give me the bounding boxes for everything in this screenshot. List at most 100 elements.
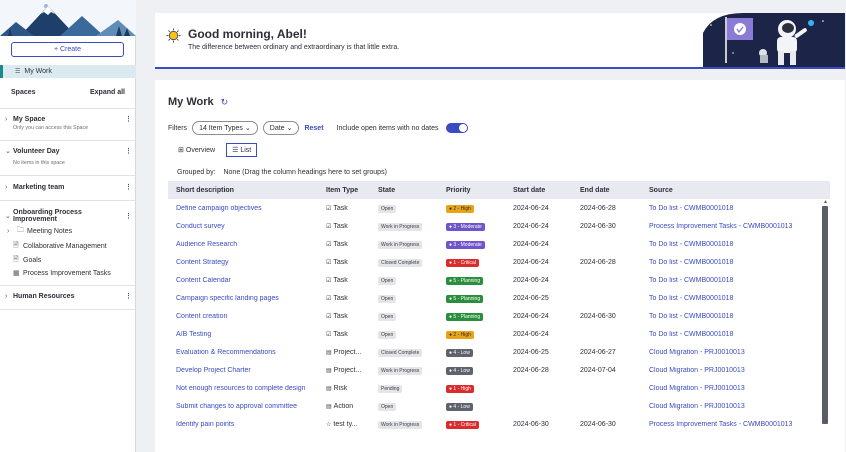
sun-icon — [166, 28, 181, 43]
form-icon: ▤ — [326, 385, 332, 392]
short-description-link[interactable]: Audience Research — [168, 241, 326, 248]
create-button[interactable]: + Create — [11, 42, 124, 57]
state-badge: Open — [378, 402, 397, 411]
priority-cell: ● 4 - Low — [446, 348, 513, 357]
table-row[interactable]: Content Strategy ☑ Task Closed Complete ● 1 … — [168, 253, 830, 271]
source-link[interactable]: To Do list - CWMB0001018 — [649, 205, 830, 212]
date-dropdown[interactable]: Date ⌄ — [262, 121, 300, 135]
priority-badge: ● 5 - Planning — [446, 294, 484, 303]
short-description-link[interactable]: Identify pain points — [168, 421, 326, 428]
table-row[interactable]: Identify pain points ☆ test ty... Work in P… — [168, 415, 830, 433]
document-icon: 🗎 — [13, 256, 19, 263]
short-description-link[interactable]: Campaign specific landing pages — [168, 295, 326, 302]
item-type-text: Task — [333, 312, 348, 320]
item-type-text: Project... — [333, 366, 362, 374]
table-row[interactable]: Content Calendar ☑ Task Open ● 5 - Planning 2… — [168, 271, 830, 289]
source-link[interactable]: To Do list - CWMB0001018 — [649, 259, 830, 266]
item-type-text: Task — [333, 240, 348, 248]
column-header-source[interactable]: Source — [649, 187, 830, 194]
start-date-cell: 2024-06-30 — [513, 420, 549, 428]
sidebar-item-my-work[interactable]: ☰ My Work — [0, 65, 136, 78]
priority-cell: ● 5 - Planning — [446, 276, 513, 285]
tree-item-meeting-notes[interactable]: › 🗀 Meeting Notes — [7, 226, 72, 237]
short-description-link[interactable]: Content Strategy — [168, 259, 326, 266]
source-link[interactable]: To Do list - CWMB0001018 — [649, 295, 830, 302]
table-row[interactable]: Submit changes to approval committee ▤ Act… — [168, 397, 830, 415]
short-description-link[interactable]: Develop Project Charter — [168, 367, 326, 374]
more-options-icon[interactable]: ⋮ — [125, 183, 132, 191]
start-date-cell: 2024-06-24 — [513, 222, 549, 230]
source-link[interactable]: Cloud Migration - PRJ0010013 — [649, 385, 830, 392]
table-row[interactable]: Define campaign objectives ☑ Task Open ● 2 -… — [168, 199, 830, 217]
short-description-link[interactable]: Submit changes to approval committee — [168, 403, 326, 410]
refresh-icon[interactable]: ↻ — [221, 97, 229, 108]
scroll-up-arrow[interactable]: ▲ — [823, 199, 828, 205]
column-header-item-type[interactable]: Item Type — [326, 187, 378, 194]
column-header-start-date[interactable]: Start date — [513, 187, 580, 194]
short-description-link[interactable]: Content creation — [168, 313, 326, 320]
space-my-space[interactable]: › My Space ⋮ Only you can access this Spac… — [5, 115, 132, 132]
chevron-right-icon: › — [5, 292, 8, 300]
table-row[interactable]: Develop Project Charter ▤ Project... Work i… — [168, 361, 830, 379]
priority-text: 5 - Planning — [453, 313, 481, 320]
grouped-by-label: Grouped by: — [177, 169, 216, 176]
table-row[interactable]: Not enough resources to complete design ▤… — [168, 379, 830, 397]
source-link[interactable]: Cloud Migration - PRJ0010013 — [649, 349, 830, 356]
tree-item-collaborative-management[interactable]: 🗎 Collaborative Management — [13, 241, 107, 252]
space-onboarding[interactable]: ⌄ Onboarding Process Improvement ⋮ — [5, 209, 132, 223]
vertical-scrollbar[interactable] — [822, 206, 828, 424]
table-row[interactable]: A/B Testing ☑ Task Open ● 2 - High 2024-06-24… — [168, 325, 830, 343]
source-link[interactable]: Process Improvement Tasks - CWMB0001013 — [649, 421, 830, 428]
short-description-link[interactable]: Conduct survey — [168, 223, 326, 230]
item-type-text: Task — [333, 276, 348, 284]
more-options-icon[interactable]: ⋮ — [125, 212, 132, 220]
column-header-priority[interactable]: Priority — [446, 187, 513, 194]
source-link[interactable]: Process Improvement Tasks - CWMB0001013 — [649, 223, 830, 230]
source-link[interactable]: Cloud Migration - PRJ0010013 — [649, 403, 830, 410]
item-types-dropdown[interactable]: 14 Item Types ⌄ — [192, 121, 258, 135]
priority-cell: ● 1 - High — [446, 384, 513, 393]
table-row[interactable]: Audience Research ☑ Task Work in Progress ● … — [168, 235, 830, 253]
source-link[interactable]: To Do list - CWMB0001018 — [649, 277, 830, 284]
priority-text: 3 - Moderate — [453, 223, 482, 230]
table-row[interactable]: Evaluation & Recommendations ▤ Project... C… — [168, 343, 830, 361]
expand-all-link[interactable]: Expand all — [90, 89, 125, 96]
space-marketing-team[interactable]: › Marketing team ⋮ — [5, 183, 132, 192]
short-description-link[interactable]: Not enough resources to complete design — [168, 385, 326, 392]
short-description-link[interactable]: A/B Testing — [168, 331, 326, 338]
more-options-icon[interactable]: ⋮ — [125, 292, 132, 300]
short-description-link[interactable]: Evaluation & Recommendations — [168, 349, 326, 356]
reset-link[interactable]: Reset — [304, 125, 323, 132]
more-options-icon[interactable]: ⋮ — [125, 115, 132, 123]
tab-list[interactable]: ☰ List — [226, 143, 258, 157]
grid-icon: ⊞ — [178, 147, 184, 154]
more-options-icon[interactable]: ⋮ — [125, 147, 132, 155]
tab-overview[interactable]: ⊞ Overview — [173, 143, 220, 157]
board-icon: ▦ — [13, 270, 20, 277]
item-type-text: Task — [333, 222, 348, 230]
tree-item-goals[interactable]: 🗎 Goals — [13, 255, 41, 266]
column-header-end-date[interactable]: End date — [580, 187, 649, 194]
divider — [0, 285, 136, 286]
space-human-resources[interactable]: › Human Resources ⋮ — [5, 292, 132, 301]
scroll-down-arrow[interactable]: ▼ — [823, 419, 828, 425]
source-link[interactable]: Cloud Migration - PRJ0010013 — [649, 367, 830, 374]
greeting-text: Good morning, Abel! — [188, 27, 307, 41]
source-link[interactable]: To Do list - CWMB0001018 — [649, 331, 830, 338]
include-open-items-toggle[interactable] — [446, 123, 469, 133]
table-row[interactable]: Campaign specific landing pages ☑ Task Open… — [168, 289, 830, 307]
table-row[interactable]: Content creation ☑ Task Open ● 5 - Planning 2… — [168, 307, 830, 325]
table-row[interactable]: Conduct survey ☑ Task Work in Progress ● 3 -… — [168, 217, 830, 235]
start-date-cell: 2024-06-24 — [513, 330, 549, 338]
short-description-link[interactable]: Define campaign objectives — [168, 205, 326, 212]
tree-item-process-improvement-tasks[interactable]: ▦ Process Improvement Tasks — [13, 269, 111, 278]
column-header-state[interactable]: State — [378, 187, 446, 194]
group-by-bar[interactable]: Grouped by: None (Drag the column headin… — [177, 169, 387, 176]
space-name: Marketing team — [13, 183, 65, 191]
short-description-link[interactable]: Content Calendar — [168, 277, 326, 284]
source-link[interactable]: To Do list - CWMB0001018 — [649, 241, 830, 248]
space-volunteer-day[interactable]: ⌄ Volunteer Day ⋮ No items in this space — [5, 147, 132, 167]
source-link[interactable]: To Do list - CWMB0001018 — [649, 313, 830, 320]
sidebar-item-label: My Work — [24, 68, 52, 75]
column-header-short-description[interactable]: Short description — [168, 187, 326, 194]
